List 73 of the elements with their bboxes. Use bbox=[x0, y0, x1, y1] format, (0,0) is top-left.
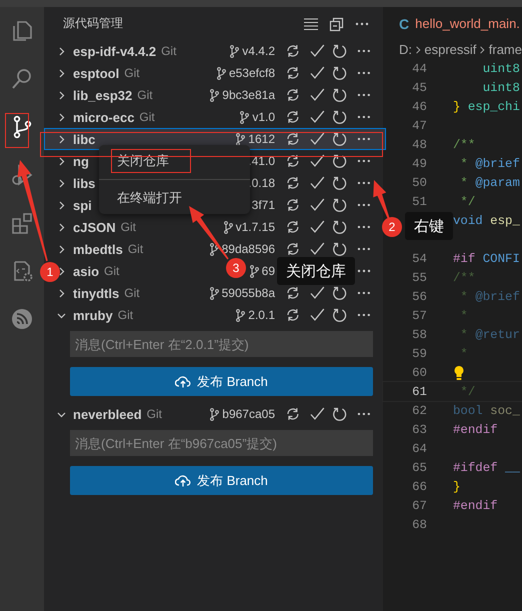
line-number: 44 bbox=[411, 62, 427, 76]
line-number: 64 bbox=[411, 442, 427, 456]
code-line: * @param bbox=[459, 176, 520, 190]
repository-name: esptool bbox=[73, 66, 120, 80]
vcs-label: Git bbox=[104, 264, 120, 278]
annotation-tooltip: 关闭仓库 bbox=[277, 257, 355, 285]
code-line: * @retur bbox=[459, 328, 520, 342]
line-number: 61 bbox=[411, 384, 427, 398]
repository-name: asio bbox=[73, 264, 100, 278]
repository-name: tinydtls bbox=[73, 286, 120, 300]
repository-name: mbedtls bbox=[73, 242, 123, 256]
c-file-icon: C bbox=[399, 16, 410, 32]
line-number: 47 bbox=[411, 118, 427, 132]
repository-name: neverbleed bbox=[73, 406, 142, 422]
vcs-label: Git bbox=[120, 220, 136, 234]
tab-label: hello_world_main. bbox=[415, 16, 520, 31]
line-number: 49 bbox=[411, 156, 427, 170]
repository-name: libc bbox=[73, 132, 96, 146]
vcs-label: Git bbox=[161, 44, 176, 58]
code-line: * @brief bbox=[459, 156, 520, 170]
line-number: 63 bbox=[411, 422, 427, 436]
line-number: 45 bbox=[411, 80, 427, 94]
step-marker: 2 bbox=[382, 217, 402, 237]
vcs-label: Git bbox=[118, 308, 134, 322]
repository-name: lib_esp32 bbox=[73, 88, 132, 102]
repository-name: esp-idf-v4.4.2 bbox=[73, 44, 156, 58]
line-number: 55 bbox=[411, 270, 427, 284]
vcs-label: Git bbox=[137, 88, 153, 102]
repository-name: spi bbox=[73, 198, 92, 212]
code-line: } esp_chi bbox=[453, 100, 520, 114]
code-line: void esp_ bbox=[453, 214, 520, 228]
line-number: 68 bbox=[411, 518, 427, 532]
vcs-label: Git bbox=[124, 286, 140, 300]
code-line: uint8 bbox=[482, 62, 520, 76]
repository-name: mruby bbox=[73, 308, 113, 322]
line-number: 51 bbox=[411, 194, 427, 208]
line-number: 66 bbox=[411, 480, 427, 494]
repository-name: micro-ecc bbox=[73, 110, 134, 124]
vcs-label: Git bbox=[124, 66, 140, 80]
code-line: } bbox=[453, 480, 460, 494]
line-number: 50 bbox=[411, 176, 427, 190]
line-number: 54 bbox=[411, 252, 427, 266]
repository-name: ng bbox=[73, 154, 89, 168]
code-line: * @brief bbox=[459, 290, 520, 304]
line-number: 57 bbox=[411, 308, 427, 322]
code-line: * bbox=[459, 346, 468, 360]
line-number: 59 bbox=[411, 346, 427, 360]
panel-title: 源代码管理 bbox=[63, 15, 124, 32]
line-number: 62 bbox=[411, 404, 427, 418]
code-line: #ifdef __ bbox=[453, 460, 520, 474]
vcs-label: Git bbox=[146, 407, 162, 421]
repository-name: cJSON bbox=[73, 220, 116, 234]
line-number: 58 bbox=[411, 328, 427, 342]
line-number: 65 bbox=[411, 460, 427, 474]
code-line: */ bbox=[459, 384, 476, 398]
code-line: /** bbox=[453, 270, 476, 284]
vcs-label: Git bbox=[139, 110, 155, 124]
code-line: * bbox=[459, 308, 468, 322]
line-number: 48 bbox=[411, 138, 427, 152]
line-number: 67 bbox=[411, 498, 427, 512]
code-line: #endif bbox=[453, 498, 498, 512]
code-line: #if CONFI bbox=[453, 252, 520, 266]
line-number: 56 bbox=[411, 290, 427, 304]
line-number: 60 bbox=[411, 366, 427, 380]
vcs-label: Git bbox=[128, 242, 144, 256]
code-line: uint8 bbox=[482, 80, 520, 94]
code-line: #endif bbox=[453, 422, 498, 436]
code-line: */ bbox=[459, 194, 476, 208]
code-line: bool soc_ bbox=[453, 404, 520, 418]
line-number: 46 bbox=[411, 100, 427, 114]
code-line: /** bbox=[453, 138, 476, 152]
annotation-tooltip: 右键 bbox=[405, 212, 453, 240]
repository-name: libs bbox=[73, 176, 96, 190]
